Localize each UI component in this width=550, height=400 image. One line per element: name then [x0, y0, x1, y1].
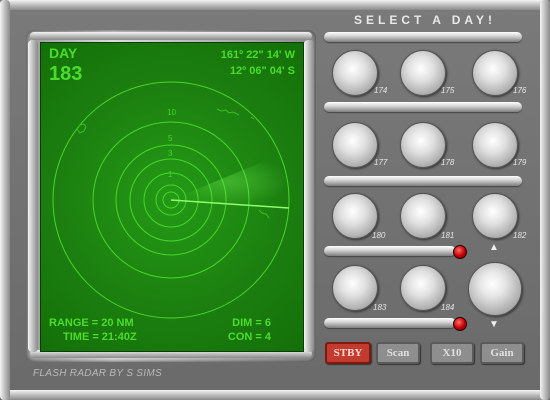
ring-label-5: 5 [168, 134, 173, 143]
slider-track-upper[interactable] [324, 246, 456, 256]
day-label-181: 181 [441, 231, 455, 240]
land-echo-west [76, 123, 87, 134]
arrow-down-icon[interactable]: ▼ [489, 320, 499, 330]
day-button-178[interactable] [400, 122, 446, 168]
x10-button[interactable]: X10 [430, 342, 474, 364]
credit-text: FLASH RADAR BY S SIMS [33, 368, 162, 379]
divider-bar-3 [324, 176, 522, 186]
day-button-184[interactable] [400, 265, 446, 311]
divider-bar-1 [324, 32, 522, 42]
day-button-179[interactable] [472, 122, 518, 168]
frame-rail-right [540, 0, 550, 400]
ring-label-10: 10 [167, 108, 176, 117]
day-label-176: 176 [513, 86, 527, 95]
gain-knob[interactable] [468, 262, 522, 316]
day-button-176[interactable] [472, 50, 518, 96]
scan-button[interactable]: Scan [376, 342, 420, 364]
time-readout: TIME = 21:40Z [63, 331, 137, 343]
day-label-179: 179 [513, 158, 527, 167]
day-button-183[interactable] [332, 265, 378, 311]
screen-side-right [304, 40, 314, 352]
day-button-181[interactable] [400, 193, 446, 239]
radar-screen: 10 5 3 1 DAY 183 161º 22" 14' W 12º 06" … [40, 42, 304, 352]
radar-app: 10 5 3 1 DAY 183 161º 22" 14' W 12º 06" … [0, 0, 550, 400]
day-label-174: 174 [374, 86, 388, 95]
day-label-177: 177 [374, 158, 388, 167]
day-label-183: 183 [373, 303, 387, 312]
standby-button[interactable]: STBY [325, 342, 371, 364]
day-button-174[interactable] [332, 50, 378, 96]
contrast-readout: CON = 4 [227, 331, 271, 343]
radar-scope: 10 5 3 1 [52, 81, 290, 319]
dim-readout: DIM = 6 [232, 317, 271, 329]
day-button-175[interactable] [400, 50, 446, 96]
slider-indicator-upper[interactable] [453, 245, 467, 259]
frame-rail-left [0, 0, 10, 400]
screen-bar-top [30, 32, 312, 40]
day-label-184: 184 [441, 303, 455, 312]
frame-rail-top [0, 0, 550, 10]
longitude-readout: 161º 22" 14' W [220, 49, 295, 61]
latitude-readout: 12º 06" 04' S [229, 65, 295, 77]
day-button-182[interactable] [472, 193, 518, 239]
frame-rail-bottom [0, 390, 550, 400]
slider-indicator-lower[interactable] [453, 317, 467, 331]
divider-bar-2 [324, 102, 522, 112]
arrow-up-icon[interactable]: ▲ [489, 243, 499, 253]
day-label-178: 178 [441, 158, 455, 167]
day-label: DAY [49, 45, 78, 61]
slider-track-lower[interactable] [324, 318, 456, 328]
ring-label-3: 3 [168, 149, 173, 158]
day-label-175: 175 [441, 86, 455, 95]
select-day-title: SELECT A DAY! [353, 13, 496, 27]
ring-label-1: 1 [168, 170, 173, 179]
target-echo [258, 209, 270, 219]
gain-button[interactable]: Gain [480, 342, 524, 364]
range-readout: RANGE = 20 NM [49, 317, 134, 329]
day-label-182: 182 [513, 231, 527, 240]
screen-side-left [28, 40, 38, 352]
day-label-180: 180 [372, 231, 386, 240]
day-value: 183 [49, 63, 83, 85]
day-button-177[interactable] [332, 122, 378, 168]
